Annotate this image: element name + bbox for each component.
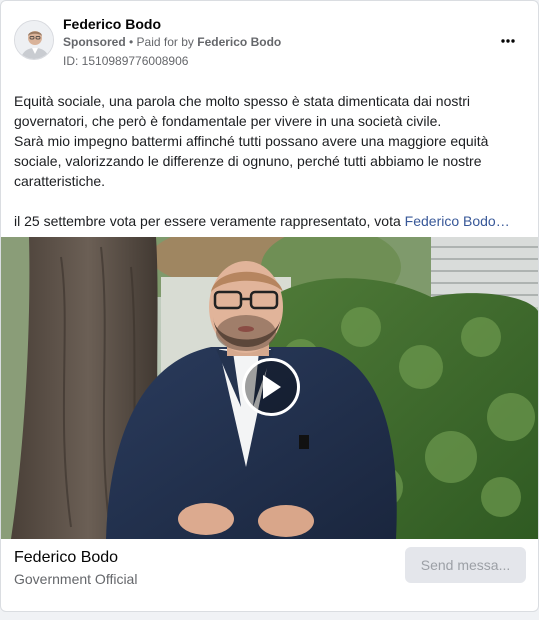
page-name[interactable]: Federico Bodo bbox=[63, 16, 161, 32]
post-text: Equità sociale, una parola che molto spe… bbox=[14, 91, 529, 231]
footer-page-category: Government Official bbox=[14, 571, 138, 587]
ad-card: Federico Bodo Sponsored • Paid for by Fe… bbox=[0, 0, 539, 612]
more-options-button[interactable] bbox=[496, 29, 520, 53]
footer-page-name[interactable]: Federico Bodo bbox=[14, 549, 118, 567]
send-message-button[interactable]: Send messa... bbox=[405, 547, 526, 583]
post-paragraph: Sarà mio impegno battermi affinché tutti… bbox=[14, 133, 489, 189]
ad-id: ID: 1510989776008906 bbox=[63, 54, 189, 68]
sponsored-line: Sponsored • Paid for by Federico Bodo bbox=[63, 35, 281, 49]
avatar[interactable] bbox=[14, 20, 54, 60]
post-paragraph: Equità sociale, una parola che molto spe… bbox=[14, 93, 471, 129]
separator: • bbox=[125, 35, 137, 49]
paid-for-prefix: Paid for by bbox=[136, 35, 198, 49]
post-footer: Federico Bodo Government Official Send m… bbox=[1, 539, 538, 611]
more-horizontal-icon bbox=[501, 39, 515, 43]
post-text-prefix: il 25 settembre vota per essere verament… bbox=[14, 213, 405, 229]
post-link[interactable]: Federico Bodo… bbox=[405, 213, 510, 229]
post-header: Federico Bodo Sponsored • Paid for by Fe… bbox=[1, 1, 538, 79]
video-thumbnail[interactable] bbox=[1, 237, 538, 539]
play-button[interactable] bbox=[242, 358, 300, 416]
post-paragraph: il 25 settembre vota per essere verament… bbox=[14, 211, 529, 231]
sponsored-label: Sponsored bbox=[63, 35, 126, 49]
avatar-image bbox=[15, 21, 53, 59]
paid-for-name[interactable]: Federico Bodo bbox=[197, 35, 281, 49]
play-icon bbox=[263, 375, 281, 399]
